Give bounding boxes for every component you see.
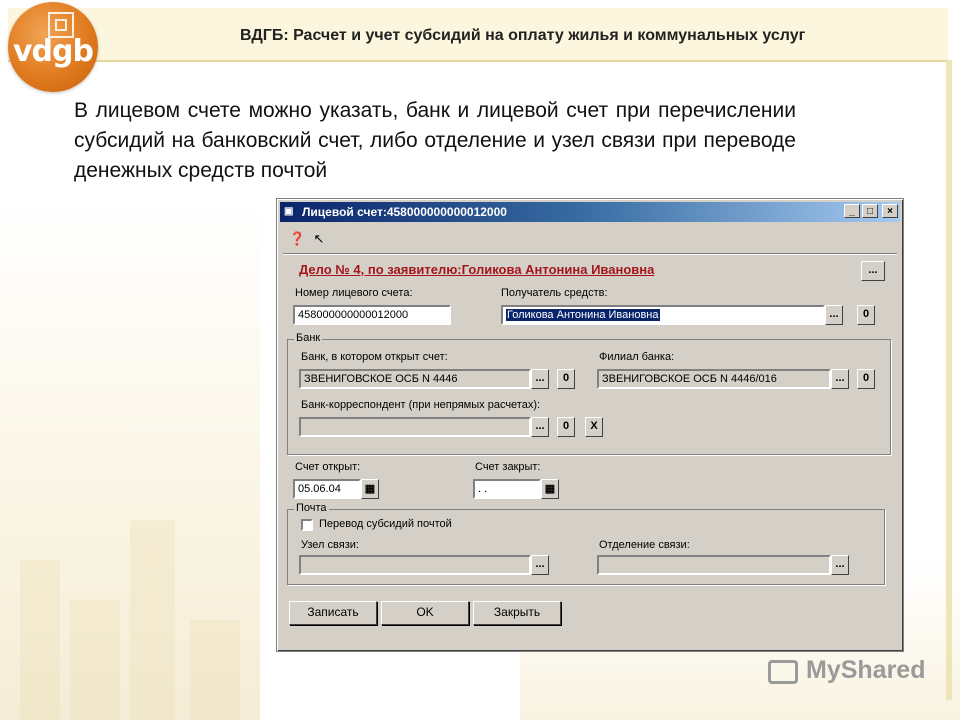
watermark-text: MyShared <box>806 656 926 684</box>
maximize-button[interactable]: □ <box>862 204 878 218</box>
recipient-select-button[interactable]: ... <box>825 305 843 325</box>
post-transfer-checkbox[interactable] <box>301 519 313 531</box>
bank-label: Банк, в котором открыт счет: <box>301 351 448 363</box>
branch-select-button[interactable]: ... <box>831 369 849 389</box>
bank-clear-button[interactable]: 0 <box>557 369 575 389</box>
calendar-icon: ▦ <box>544 483 556 495</box>
close-window-button[interactable]: × <box>882 204 898 218</box>
post-node-field[interactable] <box>299 555 531 575</box>
background-column <box>20 560 60 720</box>
correspondent-select-button[interactable]: ... <box>531 417 549 437</box>
window-title: Лицевой счет:458000000000012000 <box>302 205 507 219</box>
post-transfer-label: Перевод субсидий почтой <box>319 518 452 530</box>
close-button[interactable]: Закрыть <box>473 601 561 625</box>
closed-date-field[interactable]: . . <box>473 479 541 499</box>
correspondent-delete-button[interactable]: X <box>585 417 603 437</box>
case-title-link[interactable]: Дело № 4, по заявителю:Голикова Антонина… <box>299 262 654 277</box>
opened-date-field[interactable]: 05.06.04 <box>293 479 361 499</box>
account-number-field[interactable]: 458000000000012000 <box>293 305 451 325</box>
logo-text: vdgb <box>13 34 94 69</box>
post-group-label: Почта <box>294 502 329 514</box>
post-node-label: Узел связи: <box>301 539 359 551</box>
bank-select-button[interactable]: ... <box>531 369 549 389</box>
recipient-label: Получатель средств: <box>501 287 608 299</box>
post-office-field[interactable] <box>597 555 831 575</box>
side-stripe <box>946 60 952 700</box>
account-number-label: Номер лицевого счета: <box>295 287 413 299</box>
toolbar-divider <box>283 253 897 255</box>
recipient-clear-button[interactable]: 0 <box>857 305 875 325</box>
save-button[interactable]: Записать <box>289 601 377 625</box>
vdgb-logo: vdgb <box>8 2 98 92</box>
correspondent-clear-button[interactable]: 0 <box>557 417 575 437</box>
ok-button[interactable]: OK <box>381 601 469 625</box>
help-icon[interactable]: ❓ <box>289 231 305 247</box>
correspondent-bank-label: Банк-корреспондент (при непрямых расчета… <box>301 399 541 411</box>
recipient-field[interactable]: Голикова Антонина Ивановна <box>501 305 825 325</box>
context-help-icon[interactable]: ↖ <box>311 231 327 247</box>
window-app-icon: ▣ <box>284 206 294 217</box>
background-column <box>130 520 175 720</box>
opened-date-label: Счет открыт: <box>295 461 361 473</box>
myshared-logo-icon <box>768 660 798 684</box>
recipient-value: Голикова Антонина Ивановна <box>506 309 660 321</box>
case-select-button[interactable]: ... <box>861 261 885 281</box>
closed-date-label: Счет закрыт: <box>475 461 541 473</box>
minimize-button[interactable]: _ <box>844 204 860 218</box>
correspondent-bank-field[interactable] <box>299 417 531 437</box>
opened-date-picker-button[interactable]: ▦ <box>361 479 379 499</box>
background-column <box>190 620 240 720</box>
post-office-select-button[interactable]: ... <box>831 555 849 575</box>
post-node-select-button[interactable]: ... <box>531 555 549 575</box>
branch-clear-button[interactable]: 0 <box>857 369 875 389</box>
window-titlebar[interactable]: ▣ Лицевой счет:458000000000012000 _ □ × <box>280 202 900 222</box>
background-column <box>70 600 120 720</box>
account-window: ▣ Лицевой счет:458000000000012000 _ □ × … <box>276 198 904 652</box>
post-office-label: Отделение связи: <box>599 539 690 551</box>
bank-group-label: Банк <box>294 332 323 344</box>
calendar-icon: ▦ <box>364 483 376 495</box>
branch-label: Филиал банка: <box>599 351 675 363</box>
closed-date-picker-button[interactable]: ▦ <box>541 479 559 499</box>
slide-title: ВДГБ: Расчет и учет субсидий на оплату ж… <box>240 27 806 44</box>
branch-field[interactable]: ЗВЕНИГОВСКОЕ ОСБ N 4446/016 <box>597 369 831 389</box>
intro-text: В лицевом счете можно указать, банк и ли… <box>74 99 796 182</box>
bank-field[interactable]: ЗВЕНИГОВСКОЕ ОСБ N 4446 <box>299 369 531 389</box>
